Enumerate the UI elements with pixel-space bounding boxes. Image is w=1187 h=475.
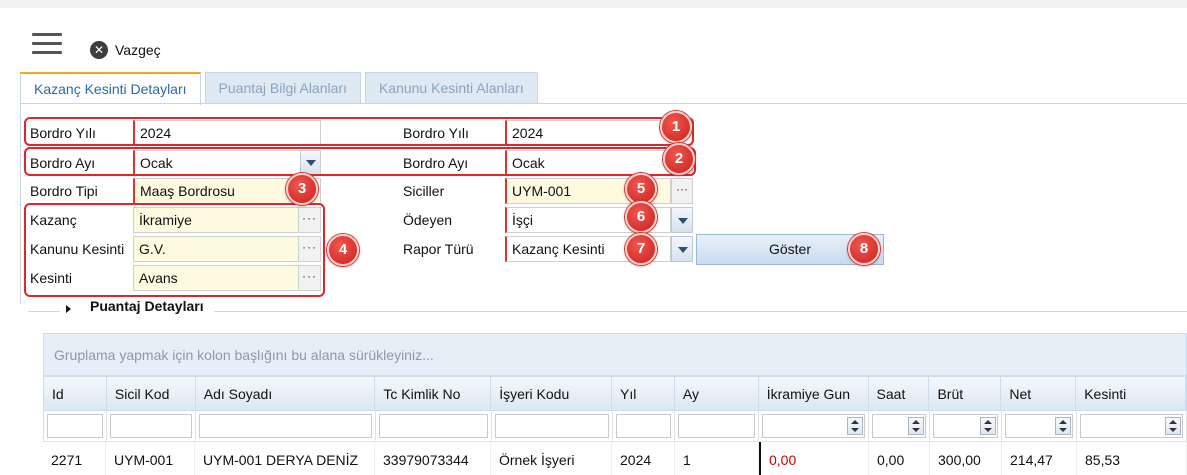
column-header-id[interactable]: Id (44, 377, 107, 410)
tab-kazanc-kesinti-detaylari[interactable]: Kazanç Kesinti Detayları (20, 72, 201, 105)
odeyen-label: Ödeyen (403, 212, 453, 228)
spinner-icon[interactable] (1055, 417, 1072, 435)
expand-arrow-icon[interactable] (66, 305, 71, 313)
section-header[interactable]: Puantaj Detayları (60, 298, 214, 314)
column-header-brut[interactable]: Brüt (929, 377, 1002, 410)
filter-cell (492, 411, 613, 441)
table-row[interactable]: 2271 UYM-001 UYM-001 DERYA DENİZ 3397907… (43, 441, 1187, 475)
cell-isyeri-kodu: Örnek İşyeri (491, 442, 612, 475)
cell-adi-soyadi: UYM-001 DERYA DENİZ (195, 442, 375, 475)
close-circle-icon: ✕ (90, 41, 108, 59)
spinner-icon[interactable] (1165, 417, 1182, 435)
step-badge-8: 8 (848, 233, 880, 265)
filter-cell (1002, 411, 1078, 441)
spinner-icon[interactable] (908, 417, 925, 435)
chevron-down-icon[interactable] (671, 236, 693, 262)
spinner-icon[interactable] (847, 417, 864, 435)
column-header-tc-kimlik-no[interactable]: Tc Kimlik No (375, 377, 492, 410)
step-badge-6: 6 (625, 201, 657, 233)
column-header-kesinti[interactable]: Kesinti (1076, 377, 1187, 410)
cell-saat: 0,00 (869, 442, 930, 475)
section-title: Puantaj Detayları (90, 298, 204, 314)
cell-ikramiye-gun[interactable]: 0,00 (759, 442, 869, 475)
step-badge-2: 2 (663, 143, 695, 175)
hamburger-menu-icon[interactable] (32, 33, 62, 55)
highlight-box-4 (24, 203, 325, 297)
filter-input-sicil-kod[interactable] (109, 414, 192, 438)
rapor-turu-label: Rapor Türü (403, 241, 474, 257)
column-header-isyeri-kodu[interactable]: İşyeri Kodu (491, 377, 612, 410)
panel-left-border (20, 104, 21, 304)
filter-input-adi-soyadi[interactable] (198, 414, 372, 438)
cell-id: 2271 (43, 442, 106, 475)
group-by-area[interactable]: Gruplama yapmak için kolon başlığını bu … (43, 333, 1187, 376)
spinner-icon[interactable] (980, 417, 997, 435)
filter-input-saat[interactable] (872, 414, 927, 438)
top-toolbar: ✕ Vazgeç (0, 0, 1187, 70)
filter-input-brut[interactable] (933, 414, 999, 438)
odeyen-value: İşçi (512, 212, 533, 228)
filter-cell (107, 411, 196, 441)
step-badge-1: 1 (660, 111, 692, 143)
column-header-ay[interactable]: Ay (675, 377, 759, 410)
filter-cell (613, 411, 676, 441)
column-header-ikramiye-gun[interactable]: İkramiye Gun (759, 377, 869, 410)
column-header-adi-soyadi[interactable]: Adı Soyadı (196, 377, 376, 410)
step-badge-3: 3 (286, 173, 318, 205)
grid-header: Id Sicil Kod Adı Soyadı Tc Kimlik No İşy… (43, 376, 1187, 411)
siciller-value: UYM-001 (512, 183, 572, 199)
filter-cell (376, 411, 492, 441)
cell-ay: 1 (675, 442, 759, 475)
filter-row (43, 411, 1187, 441)
cell-brut: 300,00 (930, 442, 1002, 475)
cancel-label: Vazgeç (115, 42, 161, 58)
filter-input-isyeri-kodu[interactable] (494, 414, 609, 438)
ellipsis-icon[interactable]: ··· (671, 178, 693, 204)
cell-sicil-kod: UYM-001 (106, 442, 195, 475)
highlight-box-1 (24, 117, 694, 146)
step-badge-4: 4 (327, 234, 359, 266)
column-header-yil[interactable]: Yıl (612, 377, 675, 410)
filter-cell (196, 411, 376, 441)
filter-cell (869, 411, 931, 441)
bordro-tipi-value: Maaş Bordrosu (140, 183, 235, 199)
step-badge-7: 7 (625, 233, 657, 265)
siciller-label: Siciller (403, 183, 445, 199)
column-header-sicil-kod[interactable]: Sicil Kod (107, 377, 196, 410)
chevron-down-icon[interactable] (671, 207, 693, 233)
filter-input-ay[interactable] (678, 414, 756, 438)
filter-input-tc-kimlik-no[interactable] (378, 414, 488, 438)
filter-cell (759, 411, 870, 441)
filter-input-id[interactable] (47, 414, 103, 438)
column-header-net[interactable]: Net (1001, 377, 1077, 410)
cell-kesinti: 85,53 (1077, 442, 1187, 475)
bordro-tipi-label: Bordro Tipi (30, 183, 98, 199)
filter-input-kesinti[interactable] (1080, 414, 1184, 438)
filter-cell (44, 411, 107, 441)
highlight-box-2 (24, 147, 696, 176)
column-header-saat[interactable]: Saat (869, 377, 930, 410)
tab-divider (20, 103, 1187, 104)
tab-bar: Kazanç Kesinti Detayları Puantaj Bilgi A… (20, 72, 542, 105)
cell-tc-kimlik-no: 33979073344 (375, 442, 491, 475)
cell-yil: 2024 (612, 442, 675, 475)
cell-net: 214,47 (1002, 442, 1077, 475)
filter-cell (930, 411, 1003, 441)
filter-input-net[interactable] (1005, 414, 1074, 438)
filter-input-ikramiye-gun[interactable] (762, 414, 866, 438)
cancel-button[interactable]: ✕ Vazgeç (90, 41, 161, 59)
tab-puantaj-bilgi-alanlari[interactable]: Puantaj Bilgi Alanları (204, 72, 361, 104)
filter-input-yil[interactable] (615, 414, 672, 438)
filter-cell (1077, 411, 1187, 441)
tab-kanunu-kesinti-alanlari[interactable]: Kanunu Kesinti Alanları (364, 72, 538, 104)
rapor-turu-value: Kazanç Kesinti (512, 241, 605, 257)
filter-cell (675, 411, 760, 441)
